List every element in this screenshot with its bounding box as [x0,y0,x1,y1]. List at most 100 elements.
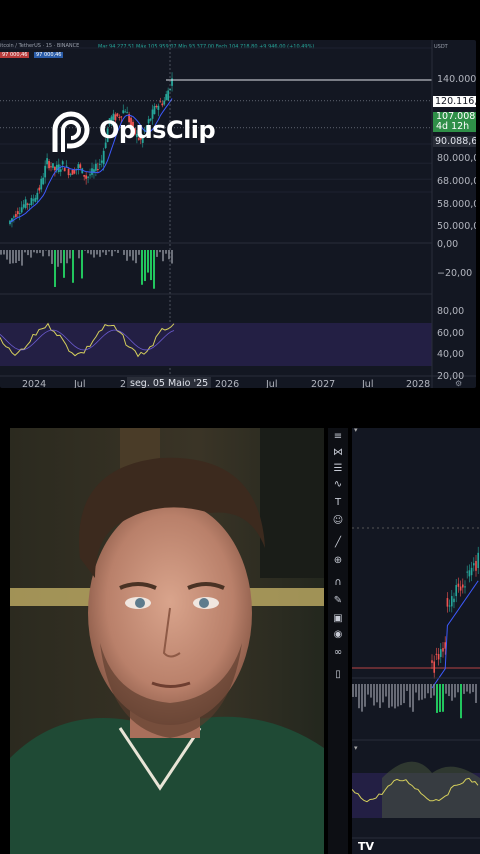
candle-body [153,106,156,115]
macd-bar [93,250,95,258]
chevron-down-icon[interactable]: ▾ [354,744,358,752]
candle-body [87,176,89,178]
candle-body [46,158,48,165]
chevron-down-icon-top[interactable]: ▾ [354,428,358,434]
macd-bar [126,250,128,261]
macd-bar [0,250,2,255]
macd-bar [96,250,98,255]
candle-body [28,203,31,205]
bottom-candle-body [475,560,477,571]
candle-body [44,165,47,178]
candle-body [22,204,25,208]
macd-bar [150,250,152,281]
person-face [10,428,324,854]
bottom-candle-body [477,552,479,568]
macd-bar [108,250,110,252]
bottom-ma-line [431,580,479,689]
bottom-macd-bar [355,684,357,697]
fib-levels-icon[interactable]: ☰ [331,462,345,476]
current-price-tag: 120.116,8 [433,96,476,107]
webcam-feed [10,428,324,854]
macd-bar [84,250,86,251]
candle-body [122,110,125,114]
emoji-icon[interactable]: ☺ [331,514,345,528]
candle-body [79,164,82,168]
candle-body [83,175,86,177]
macd-bar [111,250,113,257]
time-label-jul-2026: Jul [266,379,278,388]
gann-fan-icon[interactable]: ⋈ [331,446,345,460]
bottom-macd-bar [475,684,477,703]
candle-body [61,161,64,165]
candle-body [67,168,70,176]
candle-body [38,187,41,191]
brush-pattern-icon[interactable]: ∿ [331,478,345,492]
bottom-macd-bar [430,684,432,698]
trash-icon[interactable]: ▯ [331,668,345,682]
link-icon[interactable]: ∞ [331,646,345,660]
candle-body [13,216,15,218]
hamburger-lines-icon[interactable]: ≡ [331,430,345,444]
bottom-macd-bar [469,684,471,694]
macd-bar [153,250,155,289]
time-label-jul-2027: Jul [362,379,374,388]
ruler-icon[interactable]: ╱ [331,536,345,550]
watermark-text: OpusClip [99,116,216,144]
candle-body [161,103,164,106]
bottom-chart-panel[interactable]: TV ▾ ▾ [352,428,480,854]
candle-body [126,112,129,114]
bottom-macd-bar [391,684,393,707]
magnet-icon[interactable]: ∩ [331,576,345,590]
candle-body [36,192,39,200]
macd-bar [162,250,164,262]
candle-body [18,213,21,215]
time-label-jul: Jul [74,379,86,388]
eye-icon[interactable]: ◉ [331,628,345,642]
macd-bar [72,250,74,283]
bottom-chart-canvas[interactable] [352,428,480,854]
lock-icon[interactable]: ▣ [331,612,345,626]
macd-bar [81,250,83,279]
bottom-macd-bar [415,684,417,693]
macd-bar [87,250,89,254]
text-tool-icon[interactable]: T [331,496,345,510]
macd-bar [63,250,65,278]
macd-bar [51,250,53,264]
bottom-macd-bar [373,684,375,706]
zoom-in-icon[interactable]: ⊕ [331,554,345,568]
bottom-macd-bar [403,684,405,704]
bottom-macd-bar [427,684,429,694]
macd-bar [168,250,170,260]
top-chart-panel[interactable]: itcoin / TetherUS · 15 · BINANCE Mar 94 … [0,40,476,388]
candle-body [73,170,76,174]
candle-body [159,101,162,103]
lock-draw-icon[interactable]: ✎ [331,594,345,608]
bottom-candle-body [464,586,466,588]
bottom-candle-body [435,653,438,655]
candle-body [77,164,80,169]
macd-bar [123,250,125,255]
time-label-2027: 2027 [311,379,336,388]
bottom-candle-body [470,567,473,576]
macd-bar [30,250,32,258]
candles-group [9,72,173,228]
price-label-50k: 50.000,00 [437,221,476,232]
chart-canvas[interactable] [0,40,476,388]
candle-body [26,203,29,205]
gear-icon[interactable]: ⚙ [455,379,462,388]
candle-body [24,199,27,208]
time-label-2028: 2028 [406,379,431,388]
macd-bar [117,250,119,253]
bottom-macd-bar [412,684,414,712]
bottom-macd-bar [421,684,423,700]
macd-bar [129,250,131,257]
candle-body [54,166,56,171]
candle-body [165,94,168,100]
macd-bar [6,250,8,260]
bottom-macd-bar [382,684,384,703]
candle-body [157,105,160,110]
macd-bar [105,250,107,256]
candle-body [89,174,91,176]
bottom-macd-bar [352,684,354,697]
bottom-macd-bar [424,684,426,699]
